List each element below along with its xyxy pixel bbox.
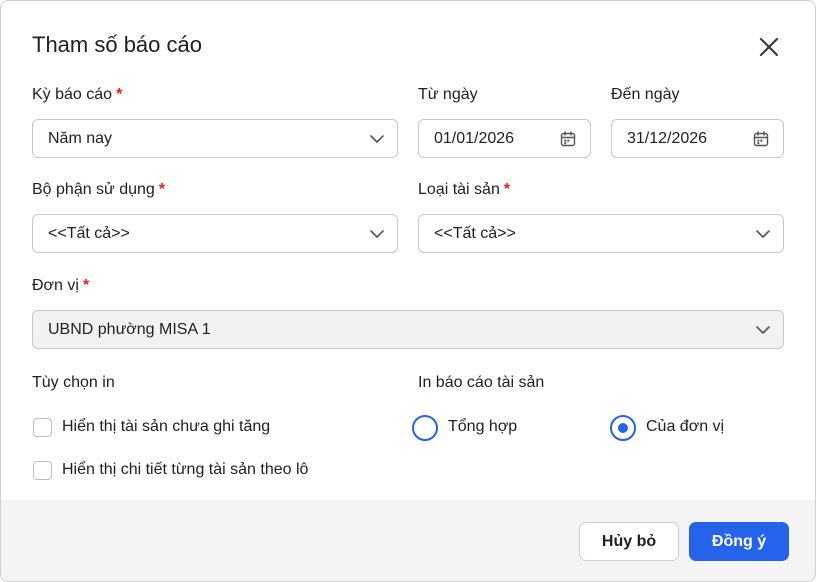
- report-period-value: Năm nay: [48, 129, 113, 147]
- show-asset-detail-by-lot-checkbox[interactable]: [33, 461, 52, 480]
- required-marker: *: [116, 86, 123, 103]
- chevron-down-icon: [756, 230, 770, 238]
- show-asset-detail-by-lot-label[interactable]: Hiển thị chi tiết từng tài sản theo lô: [62, 461, 308, 479]
- to-date-label: Đến ngày: [611, 86, 680, 103]
- unit-value: UBND phường MISA 1: [48, 320, 211, 338]
- asset-type-select[interactable]: <<Tất cả>>: [418, 214, 784, 253]
- unit-select[interactable]: UBND phường MISA 1: [32, 310, 784, 349]
- asset-type-label-text: Loại tài sản: [418, 181, 500, 198]
- department-value: <<Tất cả>>: [48, 224, 130, 242]
- chevron-down-icon: [370, 230, 384, 238]
- radio-selected-dot: [618, 423, 628, 433]
- to-date-input[interactable]: 31/12/2026: [611, 119, 784, 158]
- calendar-icon[interactable]: [752, 130, 770, 148]
- summary-radio[interactable]: [412, 415, 438, 441]
- calendar-icon[interactable]: [559, 130, 577, 148]
- report-params-dialog: Tham số báo cáo Kỳ báo cáo * Năm nay Từ n…: [0, 0, 816, 582]
- report-period-select[interactable]: Năm nay: [32, 119, 398, 158]
- department-select[interactable]: <<Tất cả>>: [32, 214, 398, 253]
- show-unrecorded-assets-label[interactable]: Hiển thị tài sản chưa ghi tăng: [62, 418, 270, 436]
- department-label-text: Bộ phận sử dụng: [32, 181, 155, 198]
- show-unrecorded-assets-checkbox[interactable]: [33, 418, 52, 437]
- from-date-input[interactable]: 01/01/2026: [418, 119, 591, 158]
- department-label: Bộ phận sử dụng *: [32, 181, 165, 199]
- required-marker: *: [158, 181, 166, 198]
- unit-label-text: Đơn vị: [32, 277, 79, 294]
- print-options-label: Tùy chọn in: [32, 374, 115, 391]
- by-unit-radio-label[interactable]: Của đơn vị: [646, 418, 724, 436]
- report-period-label: Kỳ báo cáo *: [32, 86, 122, 104]
- close-button[interactable]: [755, 33, 783, 61]
- from-date-label: Từ ngày: [418, 86, 478, 103]
- by-unit-radio[interactable]: [610, 415, 636, 441]
- cancel-button[interactable]: Hủy bỏ: [579, 522, 679, 561]
- report-period-label-text: Kỳ báo cáo: [32, 86, 113, 103]
- summary-radio-label[interactable]: Tổng hợp: [448, 418, 517, 436]
- unit-label: Đơn vị *: [32, 277, 89, 295]
- required-marker: *: [503, 181, 511, 198]
- chevron-down-icon: [370, 135, 384, 143]
- confirm-button[interactable]: Đồng ý: [689, 522, 789, 561]
- required-marker: *: [82, 277, 90, 294]
- asset-type-value: <<Tất cả>>: [434, 224, 516, 242]
- close-icon: [759, 37, 779, 57]
- print-assets-label: In báo cáo tài sản: [418, 374, 545, 391]
- chevron-down-icon: [756, 326, 770, 334]
- dialog-title: Tham số báo cáo: [32, 32, 202, 57]
- asset-type-label: Loại tài sản *: [418, 181, 510, 199]
